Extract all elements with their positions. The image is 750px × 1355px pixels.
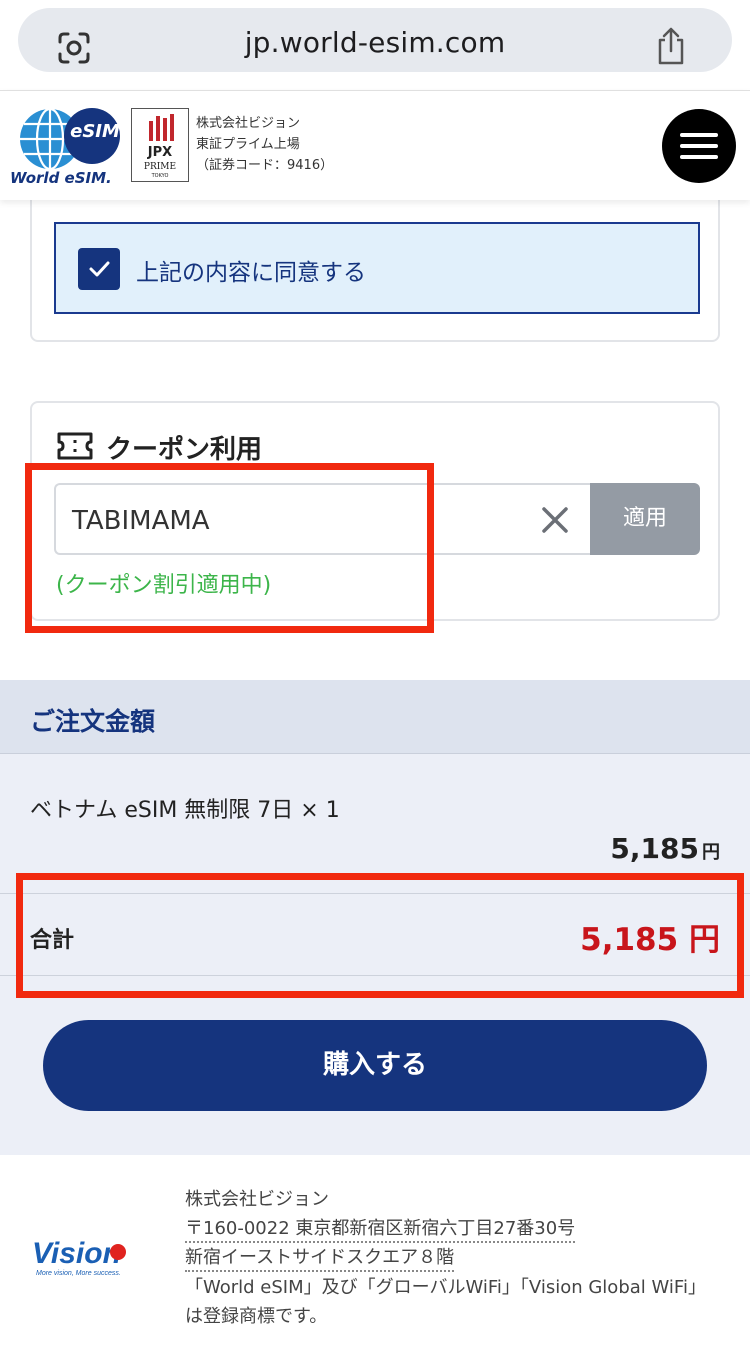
order-title: ご注文金額 xyxy=(30,707,156,736)
browser-address-bar: jp.world-esim.com xyxy=(0,0,750,90)
listing-info: 東証プライム上場 xyxy=(196,137,300,152)
agreement-label[interactable]: 上記の内容に同意する xyxy=(136,253,366,287)
footer: Vision More vision, More success. 株式会社ビジ… xyxy=(0,1155,750,1355)
purchase-button[interactable]: 購入する xyxy=(43,1020,707,1111)
footer-address-link[interactable]: 〒160-0022 東京都新宿区新宿六丁目27番30号 xyxy=(185,1214,576,1243)
ticket-icon xyxy=(57,432,93,460)
menu-bar-bottom xyxy=(680,155,718,159)
agreement-checkbox[interactable] xyxy=(78,248,120,290)
logo-text: World eSIM. xyxy=(10,169,112,187)
url-text[interactable]: jp.world-esim.com xyxy=(18,26,732,59)
vision-logo-icon[interactable]: Vision More vision, More success. xyxy=(30,1231,160,1281)
checkmark-icon xyxy=(89,261,110,277)
coupon-highlight-box xyxy=(25,463,434,633)
order-item-price: 5,185 円 xyxy=(610,832,720,865)
menu-bar-middle xyxy=(680,144,718,148)
order-item-name: ベトナム eSIM 無制限 7日 × 1 xyxy=(30,798,340,823)
footer-trademark: 「World eSIM」及び「グローバルWiFi」「Vision Global … xyxy=(185,1277,697,1327)
footer-building-link[interactable]: 新宿イーストサイドスクエア８階 xyxy=(185,1243,455,1272)
jpx-prime-label: PRIME xyxy=(143,162,177,172)
company-name: 株式会社ビジョン xyxy=(196,116,301,131)
vision-logo-tagline: More vision, More success. xyxy=(36,1270,121,1277)
share-icon[interactable] xyxy=(654,26,688,66)
esim-badge-text: eSIM xyxy=(70,121,120,142)
footer-company: 株式会社ビジョン xyxy=(185,1189,329,1210)
menu-bar-top xyxy=(680,133,718,137)
coupon-title: クーポン利用 xyxy=(106,435,263,465)
jpx-prime-badge: JPX PRIME TOKYO xyxy=(131,108,189,182)
jpx-mark-icon xyxy=(149,114,174,141)
hamburger-menu-icon[interactable] xyxy=(662,109,736,183)
order-header: ご注文金額 xyxy=(0,680,750,754)
jpx-tokyo-label: TOKYO xyxy=(151,173,169,179)
total-highlight-box xyxy=(16,873,744,998)
item-price-value: 5,185 xyxy=(610,832,699,865)
company-info: 株式会社ビジョン 東証プライム上場 （証券コード：9416） xyxy=(196,113,333,176)
url-field[interactable]: jp.world-esim.com xyxy=(18,8,732,72)
vision-logo-text: Vision xyxy=(32,1237,121,1270)
securities-code: （証券コード：9416） xyxy=(196,158,334,173)
apply-coupon-button[interactable]: 適用 xyxy=(590,483,700,555)
agreement-checkbox-row[interactable]: 上記の内容に同意する xyxy=(54,222,700,314)
clear-icon[interactable] xyxy=(538,503,572,537)
item-price-unit: 円 xyxy=(702,842,720,863)
jpx-label: JPX xyxy=(147,145,173,160)
site-header: eSIM World eSIM. JPX PRIME TOKYO 株式会社ビジョ… xyxy=(0,90,750,200)
